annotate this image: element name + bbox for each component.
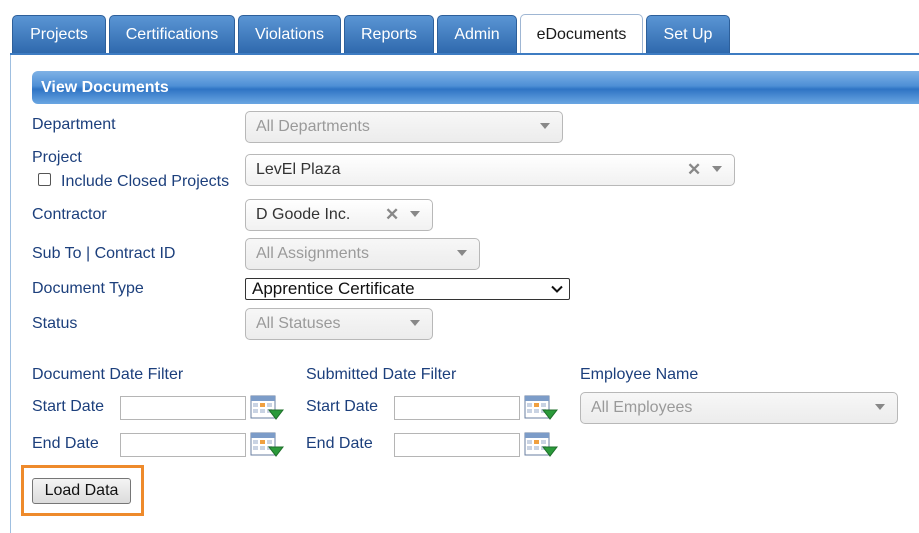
sub-start-date-input[interactable]	[394, 396, 520, 420]
sub-start-date-label: Start Date	[306, 398, 379, 415]
doc-start-date-input[interactable]	[120, 396, 246, 420]
tab-violations[interactable]: Violations	[238, 15, 341, 53]
calendar-icon[interactable]	[524, 431, 559, 459]
status-value: All Statuses	[256, 315, 341, 332]
load-data-button[interactable]: Load Data	[32, 478, 131, 504]
include-closed-checkbox[interactable]	[38, 173, 51, 186]
tab-edocuments[interactable]: eDocuments	[520, 14, 643, 54]
chevron-down-icon	[712, 166, 722, 172]
close-x-icon[interactable]: ✕	[687, 160, 701, 180]
document-type-label: Document Type	[32, 280, 144, 297]
contractor-select[interactable]: D Goode Inc. ✕	[245, 199, 433, 231]
chevron-down-icon	[540, 123, 550, 129]
sub-to-value: All Assignments	[256, 245, 369, 262]
calendar-icon[interactable]	[250, 394, 285, 422]
document-type-select[interactable]: Apprentice Certificate	[245, 278, 570, 300]
section-header: View Documents	[32, 71, 919, 104]
submitted-date-filter-title: Submitted Date Filter	[306, 366, 457, 383]
tab-set-up[interactable]: Set Up	[646, 15, 730, 53]
calendar-icon[interactable]	[524, 394, 559, 422]
employee-value: All Employees	[591, 399, 693, 416]
chevron-down-icon	[410, 211, 420, 217]
contractor-label: Contractor	[32, 206, 107, 223]
department-select[interactable]: All Departments	[245, 111, 563, 143]
chevron-down-icon	[551, 282, 563, 298]
project-label: Project	[32, 149, 82, 166]
tab-admin[interactable]: Admin	[437, 15, 517, 53]
tab-reports[interactable]: Reports	[344, 15, 434, 53]
department-label: Department	[32, 116, 116, 133]
calendar-icon[interactable]	[250, 431, 285, 459]
contractor-value: D Goode Inc.	[256, 206, 351, 223]
department-value: All Departments	[256, 118, 370, 135]
close-x-icon[interactable]: ✕	[385, 205, 399, 225]
doc-end-date-input[interactable]	[120, 433, 246, 457]
doc-end-date-label: End Date	[32, 435, 99, 452]
sub-to-select[interactable]: All Assignments	[245, 238, 480, 270]
chevron-down-icon	[875, 404, 885, 410]
employee-select[interactable]: All Employees	[580, 392, 898, 424]
status-select[interactable]: All Statuses	[245, 308, 433, 340]
status-label: Status	[32, 315, 78, 332]
chevron-down-icon	[410, 320, 420, 326]
doc-start-date-label: Start Date	[32, 398, 105, 415]
chevron-down-icon	[457, 250, 467, 256]
tab-bar: Projects Certifications Violations Repor…	[0, 0, 919, 54]
tab-certifications[interactable]: Certifications	[109, 15, 235, 53]
tab-projects[interactable]: Projects	[12, 15, 106, 53]
sub-end-date-input[interactable]	[394, 433, 520, 457]
include-closed-label: Include Closed Projects	[61, 173, 230, 190]
section-title: View Documents	[41, 78, 169, 96]
project-value: LevEl Plaza	[256, 161, 341, 178]
project-select[interactable]: LevEl Plaza ✕	[245, 154, 735, 186]
employee-name-label: Employee Name	[580, 366, 699, 383]
sub-to-label: Sub To | Contract ID	[32, 245, 176, 262]
document-type-value: Apprentice Certificate	[252, 279, 415, 298]
document-date-filter-title: Document Date Filter	[32, 366, 184, 383]
sub-end-date-label: End Date	[306, 435, 373, 452]
